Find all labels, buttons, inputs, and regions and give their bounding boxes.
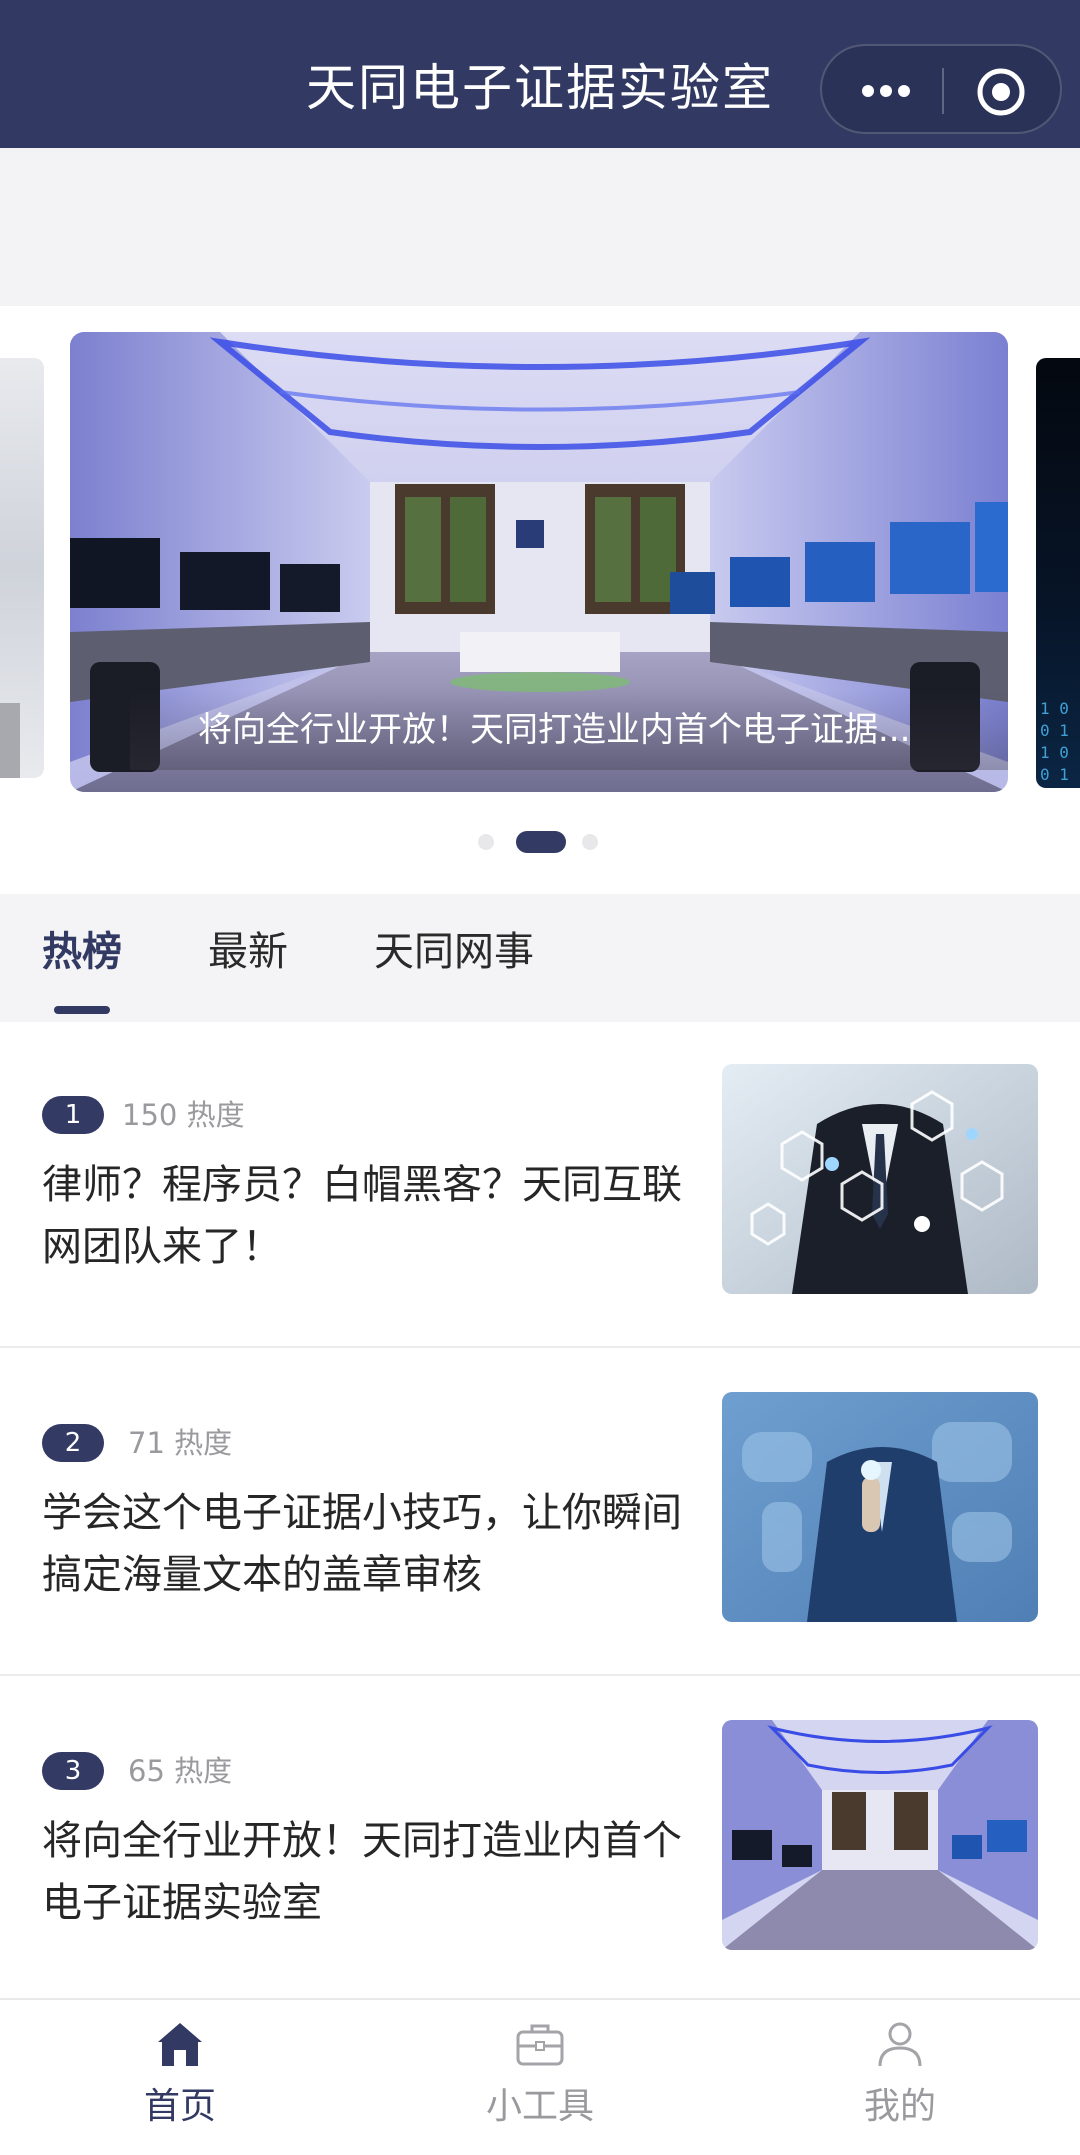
feed-tabs: 热榜 最新 天同网事 (0, 894, 1080, 1022)
article-title: 学会这个电子证据小技巧，让你瞬间搞定海量文本的盖章审核 (42, 1490, 682, 1598)
rank-badge: 3 (42, 1752, 104, 1790)
tab-tiantong-news[interactable]: 天同网事 (374, 924, 534, 980)
carousel-prev-slide-preview[interactable] (0, 358, 44, 778)
article-title: 律师？程序员？白帽黑客？天同互联网团队来了！ (42, 1162, 682, 1270)
home-icon (158, 2023, 202, 2066)
tab-latest[interactable]: 最新 (208, 924, 288, 980)
nav-profile[interactable]: 我的 (720, 2000, 1080, 2155)
heat-count: 71 热度 (128, 1426, 233, 1460)
toolbox-icon (516, 2024, 564, 2066)
heat-count: 150 热度 (122, 1098, 245, 1132)
article-item[interactable]: 2 71 热度 学会这个电子证据小技巧，让你瞬间搞定海量文本的盖章审核 (0, 1350, 1080, 1676)
target-circle-icon[interactable] (976, 67, 1026, 117)
article-item[interactable]: 1 150 热度 律师？程序员？白帽黑客？天同互联网团队来了！ (0, 1022, 1080, 1348)
person-icon (878, 2022, 922, 2067)
banner-background (0, 148, 1080, 306)
lab-room-thumbnail (722, 1720, 1038, 1950)
carousel-dot[interactable] (478, 834, 494, 850)
article-thumbnail (722, 1720, 1038, 1950)
page-title: 天同电子证据实验室 (306, 59, 774, 117)
carousel-dot-active[interactable] (516, 831, 566, 853)
businessman-hexagon-image (722, 1064, 1038, 1294)
more-dots-icon[interactable] (858, 74, 914, 108)
article-item[interactable]: 3 65 热度 将向全行业开放！天同打造业内首个电子证据实验室 (0, 1678, 1080, 2004)
nav-tools-label: 小工具 (485, 2086, 594, 2127)
heat-count: 65 热度 (128, 1754, 233, 1788)
nav-home-label: 首页 (143, 2086, 216, 2127)
carousel-dot[interactable] (582, 834, 598, 850)
active-tab-indicator (54, 1006, 110, 1014)
carousel-active-slide[interactable]: 将向全行业开放！天同打造业内首个电子证据... (70, 332, 1008, 792)
article-title: 将向全行业开放！天同打造业内首个电子证据实验室 (42, 1818, 682, 1926)
article-thumbnail (722, 1392, 1038, 1622)
article-list: 1 150 热度 律师？程序员？白帽黑客？天同互联网团队来了！ 2 71 热度 … (0, 1022, 1080, 2006)
capsule-divider (942, 68, 944, 114)
carousel-next-slide-preview[interactable]: 1 00 11 00 1 (1036, 358, 1080, 788)
carousel-indicator (478, 830, 606, 853)
top-header: 天同电子证据实验室 (0, 0, 1080, 148)
rank-badge: 2 (42, 1424, 104, 1462)
world-map-touch-image (722, 1392, 1038, 1622)
image-carousel[interactable]: 将向全行业开放！天同打造业内首个电子证据... 1 00 11 00 1 (0, 306, 1080, 886)
nav-tools[interactable]: 小工具 (360, 2000, 720, 2155)
rank-badge: 1 (42, 1096, 104, 1134)
nav-profile-label: 我的 (863, 2086, 936, 2127)
tab-hot[interactable]: 热榜 (42, 924, 122, 980)
article-thumbnail (722, 1064, 1038, 1294)
nav-home[interactable]: 首页 (0, 2000, 360, 2155)
carousel-caption: 将向全行业开放！天同打造业内首个电子证据... (130, 690, 1008, 770)
mini-program-capsule (820, 44, 1062, 134)
bottom-tab-bar: 首页 小工具 我的 (0, 1998, 1080, 2153)
